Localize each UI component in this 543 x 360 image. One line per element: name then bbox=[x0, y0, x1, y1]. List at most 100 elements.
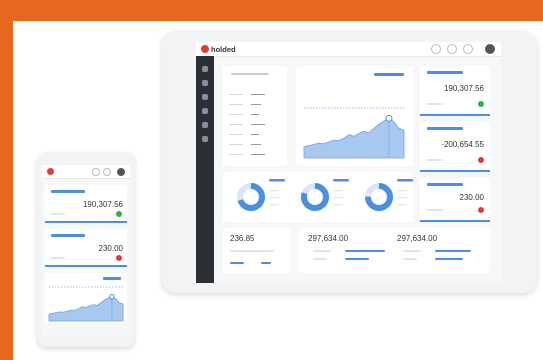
summary-card[interactable]: 236.85 bbox=[223, 228, 291, 273]
area-chart bbox=[303, 107, 405, 159]
menu-title bbox=[231, 73, 269, 75]
summary-line bbox=[403, 258, 417, 260]
chart-card bbox=[296, 66, 413, 166]
kpi-underline bbox=[420, 170, 490, 172]
summary-bar bbox=[345, 250, 385, 252]
top-bar: holded bbox=[196, 42, 501, 57]
tablet-device: holded 190,307.56 -200,654.55 230.00 236… bbox=[162, 31, 537, 293]
summary-bar bbox=[435, 258, 463, 260]
kpi-card[interactable]: 230.00 bbox=[45, 229, 127, 267]
kpi-caption bbox=[427, 103, 443, 105]
kpi-underline bbox=[420, 114, 490, 116]
menu-row[interactable] bbox=[229, 124, 243, 125]
summary-bar bbox=[261, 262, 271, 264]
menu-row[interactable] bbox=[229, 114, 243, 115]
search-icon[interactable] bbox=[103, 168, 111, 176]
chart-card bbox=[45, 273, 127, 323]
menu-row[interactable] bbox=[251, 134, 259, 135]
kpi-value: 190,307.56 bbox=[82, 200, 123, 209]
summary-value: 236.85 bbox=[230, 234, 255, 243]
menu-row[interactable] bbox=[229, 104, 243, 105]
summary-line bbox=[230, 250, 274, 252]
highlight-point bbox=[109, 293, 115, 300]
menu-row[interactable] bbox=[229, 94, 243, 95]
menu-row[interactable] bbox=[251, 114, 259, 115]
logo-icon bbox=[201, 45, 209, 53]
summary-value: 297,634.00 bbox=[308, 234, 349, 243]
menu-row[interactable] bbox=[251, 124, 265, 125]
donut-charts bbox=[237, 179, 413, 211]
kpi-underline bbox=[45, 221, 127, 223]
summary-line bbox=[403, 250, 421, 252]
kpi-underline bbox=[420, 220, 490, 222]
menu-row[interactable] bbox=[251, 94, 265, 95]
search-icon[interactable] bbox=[447, 44, 457, 54]
sidebar-team-icon[interactable] bbox=[202, 108, 208, 114]
area-chart bbox=[48, 286, 124, 322]
help-icon[interactable] bbox=[463, 44, 473, 54]
kpi-header-bar bbox=[427, 71, 463, 74]
kpi-caption bbox=[51, 213, 65, 215]
donut-legend-bar bbox=[269, 179, 285, 182]
highlight-point bbox=[385, 114, 393, 122]
summary-card-wide[interactable]: 297,634.00 297,634.00 bbox=[299, 228, 490, 273]
donut-legend-line bbox=[269, 204, 279, 206]
kpi-caption bbox=[51, 257, 65, 259]
settings-icon[interactable] bbox=[431, 44, 441, 54]
summary-value: 297,634.00 bbox=[397, 234, 438, 243]
status-badge bbox=[478, 101, 484, 107]
summary-bar bbox=[435, 250, 471, 252]
sidebar-tag-icon[interactable] bbox=[202, 122, 208, 128]
app-name: holded bbox=[211, 44, 236, 54]
kpi-card[interactable]: 190,307.56 bbox=[45, 185, 127, 223]
phone-screen: 190,307.56 230.00 bbox=[42, 165, 130, 335]
donut-legend-line bbox=[397, 204, 407, 206]
kpi-value: 230.00 bbox=[98, 244, 123, 253]
menu-row[interactable] bbox=[251, 144, 261, 145]
sidebar-reports-icon[interactable] bbox=[202, 136, 208, 142]
donut-legend-line bbox=[333, 197, 343, 199]
donut-legend-line bbox=[397, 197, 407, 199]
phone-top-bar bbox=[42, 165, 130, 179]
kpi-value: -200,654.55 bbox=[441, 140, 484, 149]
status-badge bbox=[478, 207, 484, 213]
status-badge bbox=[478, 157, 484, 163]
status-badge bbox=[116, 255, 122, 261]
menu-list-card bbox=[223, 66, 287, 166]
menu-row[interactable] bbox=[229, 144, 243, 145]
app-logo[interactable]: holded bbox=[201, 44, 236, 54]
sidebar-cart-icon[interactable] bbox=[202, 94, 208, 100]
sidebar-sales-icon[interactable] bbox=[202, 80, 208, 86]
summary-bar bbox=[345, 258, 369, 260]
avatar[interactable] bbox=[117, 168, 125, 176]
status-badge bbox=[116, 211, 122, 217]
donut-legend-bar bbox=[333, 179, 349, 182]
menu-row[interactable] bbox=[251, 154, 265, 155]
kpi-caption bbox=[427, 159, 443, 161]
logo-icon[interactable] bbox=[47, 168, 54, 175]
phone-device: 190,307.56 230.00 bbox=[37, 152, 135, 347]
sidebar bbox=[196, 56, 214, 283]
kpi-underline bbox=[45, 265, 127, 267]
kpi-card[interactable]: 230.00 bbox=[420, 178, 490, 222]
kpi-value: 190,307.56 bbox=[443, 84, 484, 93]
donut-legend-line bbox=[333, 190, 343, 192]
menu-row[interactable] bbox=[251, 104, 261, 105]
kpi-card[interactable]: -200,654.55 bbox=[420, 122, 490, 172]
menu-row[interactable] bbox=[229, 134, 243, 135]
sidebar-home-icon[interactable] bbox=[202, 66, 208, 72]
donut-legend-line bbox=[397, 190, 407, 192]
donut-legend-line bbox=[269, 190, 279, 192]
summary-line bbox=[313, 250, 331, 252]
summary-bar bbox=[230, 262, 244, 264]
kpi-card[interactable]: 190,307.56 bbox=[420, 66, 490, 116]
settings-icon[interactable] bbox=[92, 168, 100, 176]
avatar[interactable] bbox=[485, 44, 495, 54]
donut-legend-line bbox=[333, 204, 343, 206]
kpi-header-bar bbox=[51, 190, 85, 193]
kpi-value: 230.00 bbox=[459, 193, 484, 202]
menu-row[interactable] bbox=[229, 154, 243, 155]
donut-card bbox=[223, 172, 413, 222]
kpi-caption bbox=[427, 209, 443, 211]
kpi-header-bar bbox=[427, 183, 463, 186]
